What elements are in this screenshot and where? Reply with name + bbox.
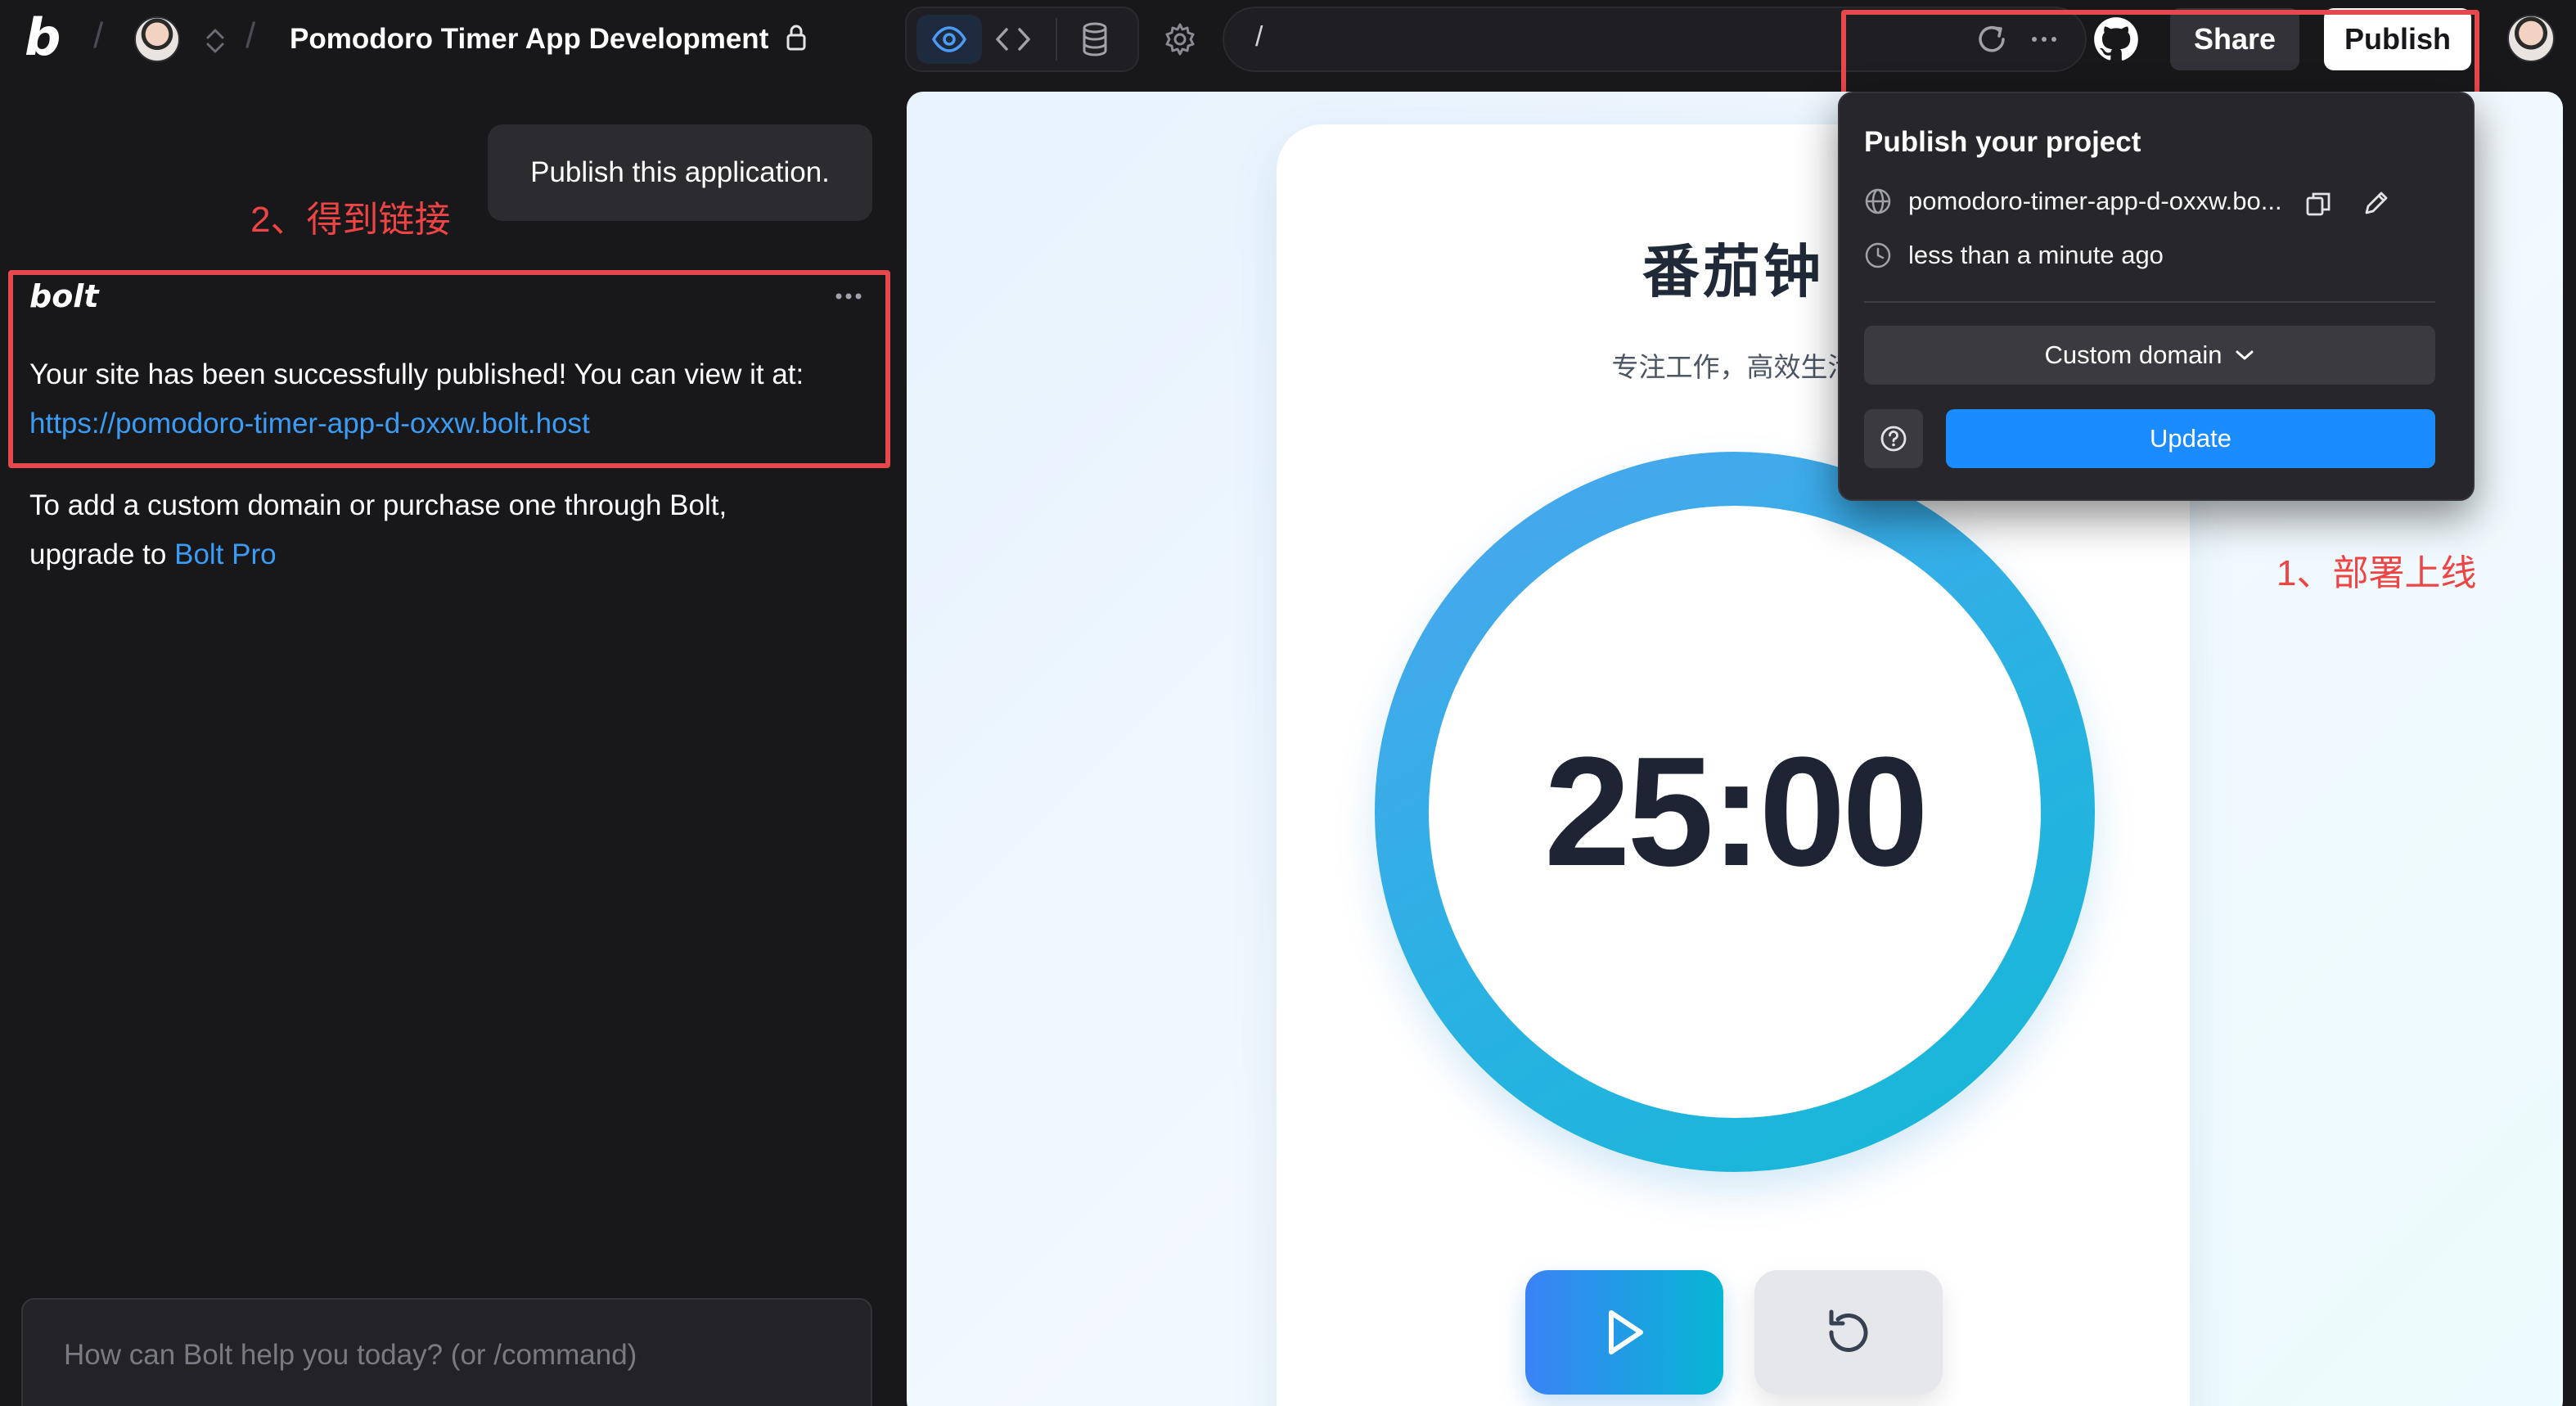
timer-ring: 25:00 <box>1375 452 2095 1172</box>
annotation-step2: 2、得到链接 <box>250 200 451 240</box>
custom-domain-button[interactable]: Custom domain <box>1864 326 2435 385</box>
message-options-button[interactable] <box>835 291 862 301</box>
globe-icon <box>1865 188 1891 214</box>
copy-icon <box>2306 192 2331 216</box>
reset-icon <box>1829 1309 1868 1352</box>
assistant-name: bolt <box>29 278 99 314</box>
play-icon <box>1609 1310 1643 1354</box>
ellipsis-icon <box>835 293 862 300</box>
chat-input[interactable] <box>64 1332 833 1378</box>
last-updated-text: less than a minute ago <box>1908 241 2164 269</box>
address-path[interactable]: / <box>1255 21 1263 53</box>
toolbar-divider <box>1056 18 1057 61</box>
breadcrumb-separator: / <box>93 16 104 56</box>
published-url-link[interactable]: https://pomodoro-timer-app-d-oxxw.bolt.h… <box>29 399 590 448</box>
annotation-step1: 1、部署上线 <box>2277 553 2477 593</box>
user-avatar[interactable] <box>2507 15 2555 62</box>
eye-icon <box>932 26 966 52</box>
timer-face: 25:00 <box>1429 506 2041 1118</box>
clock-icon <box>1865 242 1891 268</box>
bolt-logo[interactable]: b <box>25 11 61 64</box>
last-updated-row: less than a minute ago <box>1864 241 2164 270</box>
published-url[interactable]: pomodoro-timer-app-d-oxxw.bo... <box>1908 187 2282 216</box>
breadcrumb-separator: / <box>245 16 256 56</box>
user-message: Publish this application. <box>488 124 872 221</box>
preview-tab[interactable] <box>916 15 982 64</box>
reset-button[interactable] <box>1754 1270 1943 1395</box>
help-button[interactable] <box>1864 409 1923 468</box>
published-message: Your site has been successfully publishe… <box>29 358 804 390</box>
timer-display: 25:00 <box>1544 725 1929 899</box>
publish-popover: Publish your project pomodoro-timer-app-… <box>1838 92 2475 501</box>
edit-url-button[interactable] <box>2362 188 2391 218</box>
popover-title: Publish your project <box>1864 126 2141 158</box>
bolt-pro-link[interactable]: Bolt Pro <box>174 539 277 570</box>
chat-input-box <box>21 1298 872 1406</box>
custom-domain-label: Custom domain <box>2044 340 2222 369</box>
project-title[interactable]: Pomodoro Timer App Development <box>290 23 768 56</box>
settings-button[interactable] <box>1162 21 1198 57</box>
pencil-icon <box>2365 192 2388 214</box>
upgrade-prefix: upgrade to <box>29 539 175 570</box>
custom-domain-message: To add a custom domain or purchase one t… <box>29 489 727 521</box>
code-icon <box>996 28 1030 51</box>
start-button[interactable] <box>1525 1270 1723 1395</box>
chevron-updown-icon[interactable] <box>203 25 227 57</box>
update-button[interactable]: Update <box>1946 409 2435 468</box>
chevron-down-icon <box>2236 350 2254 360</box>
custom-domain-upgrade: upgrade to Bolt Pro <box>29 530 277 579</box>
database-tab[interactable] <box>1079 21 1111 57</box>
published-url-row: pomodoro-timer-app-d-oxxw.bo... <box>1864 187 2437 216</box>
gear-icon <box>1165 23 1195 56</box>
avatar[interactable] <box>134 16 180 62</box>
popover-divider <box>1864 301 2435 303</box>
code-tab[interactable] <box>993 23 1033 56</box>
copy-url-button[interactable] <box>2304 190 2332 218</box>
database-icon <box>1083 22 1107 56</box>
lock-icon <box>784 23 808 52</box>
help-icon <box>1880 426 1907 452</box>
